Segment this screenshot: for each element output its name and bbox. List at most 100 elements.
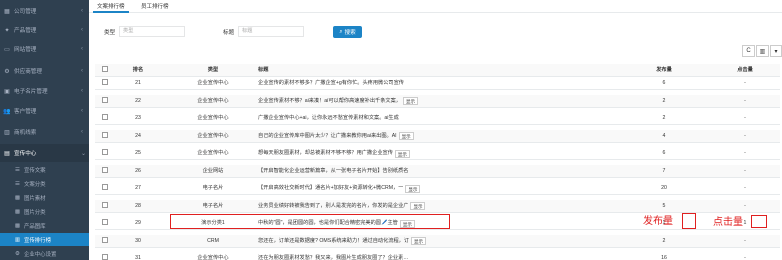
show-full-button[interactable]: 显示 — [410, 202, 426, 210]
sidebar-item-label: 电子名片管理 — [14, 89, 48, 95]
highlight-box-count — [682, 213, 696, 229]
count-cell: 5 — [662, 202, 666, 209]
title-text: 您还在，订单还是数据度? OMS系统来助力！通过自动化流程，订 — [258, 237, 410, 244]
monitor-icon: ▭ — [4, 46, 10, 53]
search-button[interactable]: ⌕ 搜索 — [333, 26, 362, 38]
show-full-button[interactable]: 显示 — [402, 97, 418, 105]
image-icon: ▩ — [14, 222, 21, 229]
highlight-box-clicks — [751, 215, 767, 228]
count-cell: 6 — [662, 150, 666, 156]
row-checkbox[interactable] — [102, 95, 112, 108]
type-cell: 企业宣传中心 — [197, 132, 229, 139]
list-icon: ☰ — [15, 180, 20, 187]
row-checkbox[interactable] — [102, 165, 112, 178]
annotation-clicks-label: 点击量 — [713, 217, 743, 228]
subnav-label: 宣传排行榜 — [24, 237, 51, 244]
sidebar-item-promotion[interactable]: ▤ 宣传中心 ⌄ — [0, 144, 89, 162]
table-row: 26 企业网站 【开启智能化企业运营新篇章，从一张电子名片开始】告别纸质名 7 - — [95, 164, 780, 178]
type-cell: 企业宣传中心 — [197, 150, 229, 156]
sidebar-item-label: 客户管理 — [14, 109, 37, 115]
count-cell: 2 — [662, 237, 666, 244]
sidebar-item-label: 供应商管理 — [14, 69, 42, 75]
subnav-product-gallery[interactable]: ▩ 产品图库 — [0, 219, 89, 232]
title-text: 还在为朋友圈素材发愁？我又来，我图片生成朋友圈了？企业素材库 — [258, 255, 413, 260]
column-header-rank[interactable]: 排名 — [113, 64, 163, 77]
type-filter-label: 类型 — [104, 30, 116, 36]
subnav-copy-category[interactable]: ☰ 文案分类 — [0, 177, 89, 190]
rank-cell: 24 — [135, 132, 141, 139]
gear-icon: ⚙ — [4, 68, 10, 75]
column-header-type[interactable]: 类型 — [165, 64, 261, 77]
sidebar-item-company[interactable]: ▦ 公司管理 ‹ — [0, 2, 89, 20]
table-row: 21 企业宣传中心 企业宣传的素材不够多？广撒企宣+g有你忙。头疼用微公司宣传 6 - — [95, 77, 780, 90]
sidebar-item-leads[interactable]: ▥ 商机线索 ‹ — [0, 123, 89, 141]
chevron-left-icon: ‹ — [81, 27, 83, 33]
subnav-label: 企业中心设置 — [24, 251, 57, 258]
columns-icon: ▥ — [759, 48, 766, 55]
subnav-label: 宣传文案 — [24, 167, 46, 174]
subnav-enterprise-settings[interactable]: ⚙ 企业中心设置 — [0, 247, 89, 260]
show-full-button[interactable]: 显示 — [411, 237, 427, 245]
sidebar: ▦ 公司管理 ‹ ✦ 产品管理 ‹ ▭ 网站管理 ‹ ⚙ 供应商管理 ‹ ▣ 电子名片管理 ‹ 👥 客… — [0, 0, 89, 260]
columns-button[interactable]: ▥ — [756, 45, 769, 57]
sidebar-item-label: 公司管理 — [14, 9, 37, 15]
title-cell: 您还在，订单还是数据度? OMS系统来助力！通过自动化流程，订 显示 — [258, 235, 448, 248]
count-cell: 6 — [662, 80, 666, 86]
title-cell: 业务员业绩好转被我告到了，别人是发完的名片，你发的是企业广 显示 — [258, 200, 448, 213]
subnav-image-category[interactable]: ▩ 图片分类 — [0, 205, 89, 218]
column-header-title[interactable]: 标题 — [258, 64, 448, 77]
row-checkbox[interactable] — [102, 77, 112, 90]
row-checkbox[interactable] — [102, 252, 112, 260]
user-icon: 👥 — [3, 108, 11, 115]
clicks-cell: - — [744, 115, 746, 121]
annotation-count-label: 发布量 — [643, 216, 673, 227]
table-header-row: 排名 类型 标题 发布量 点击量 — [95, 64, 780, 77]
refresh-button[interactable]: C — [742, 45, 755, 57]
row-checkbox[interactable] — [102, 235, 112, 248]
title-text: 企业宣传素材不够？ai来凑！ai可以帮你高速度补出千条文案， — [258, 97, 401, 104]
title-text: 企业宣传的素材不够多？广撒企宣+g有你忙。头疼用微公司宣传 — [258, 80, 404, 86]
table-row: 22 企业宣传中心 企业宣传素材不够？ai来凑！ai可以帮你高速度补出千条文案， 显示… — [95, 94, 780, 108]
sidebar-item-customers[interactable]: 👥 客户管理 ‹ — [0, 102, 89, 120]
sidebar-item-ecard[interactable]: ▣ 电子名片管理 ‹ — [0, 82, 89, 100]
column-header-clicks[interactable]: 点击量 — [715, 64, 775, 77]
row-checkbox[interactable] — [102, 130, 112, 143]
subnav-ranking[interactable]: ▥ 宣传排行榜 — [0, 233, 89, 246]
sidebar-item-website[interactable]: ▭ 网站管理 ‹ — [0, 40, 89, 58]
tab-copy-ranking[interactable]: 文案排行榜 — [93, 2, 129, 13]
column-header-count[interactable]: 发布量 — [640, 64, 688, 77]
show-full-button[interactable]: 显示 — [394, 149, 410, 158]
sidebar-item-products[interactable]: ✦ 产品管理 ‹ — [0, 21, 89, 39]
rank-cell: 25 — [135, 150, 141, 156]
tab-staff-ranking[interactable]: 员工排行榜 — [137, 2, 173, 13]
subnav-copywriting[interactable]: ☰ 宣传文案 — [0, 163, 89, 176]
type-cell: 电子名片 — [202, 185, 224, 191]
subnav-image-assets[interactable]: ▩ 图片素材 — [0, 191, 89, 204]
card-icon: ▣ — [4, 88, 10, 95]
more-button[interactable]: ▾ — [770, 45, 782, 57]
count-cell: 16 — [661, 255, 667, 260]
sidebar-item-suppliers[interactable]: ⚙ 供应商管理 ‹ — [0, 62, 89, 80]
row-checkbox[interactable] — [102, 182, 112, 195]
select-all-checkbox[interactable] — [102, 64, 112, 77]
subnav-label: 产品图库 — [24, 223, 46, 230]
search-button-label: 搜索 — [344, 30, 356, 36]
table-row: 30 CRM 您还在，订单还是数据度? OMS系统来助力！通过自动化流程，订 显示 2 - — [95, 234, 780, 248]
title-filter-input[interactable]: 标题 — [238, 26, 304, 37]
show-full-button[interactable]: 显示 — [398, 132, 414, 140]
row-checkbox[interactable] — [102, 217, 112, 230]
type-filter-input[interactable]: 类型 — [119, 26, 185, 37]
clicks-cell: - — [744, 237, 746, 244]
highlight-box-row-29 — [170, 214, 450, 229]
chart-icon: ▥ — [4, 129, 10, 136]
title-text: 【开启高效社交新时代】通名片+加好友+资源转化+微CRM，一 — [258, 185, 404, 191]
show-full-button[interactable]: 显示 — [405, 184, 421, 193]
title-cell: 广撒企业宣传中心+ai，让你永远不愁宣传素材和文案。ai生成 — [258, 112, 448, 125]
gear-icon: ⚙ — [15, 250, 20, 257]
row-checkbox[interactable] — [102, 147, 112, 160]
row-checkbox[interactable] — [102, 112, 112, 125]
image-icon: ▩ — [14, 208, 21, 215]
rank-cell: 22 — [135, 97, 141, 104]
subnav-label: 图片分类 — [24, 209, 46, 216]
row-checkbox[interactable] — [102, 200, 112, 213]
